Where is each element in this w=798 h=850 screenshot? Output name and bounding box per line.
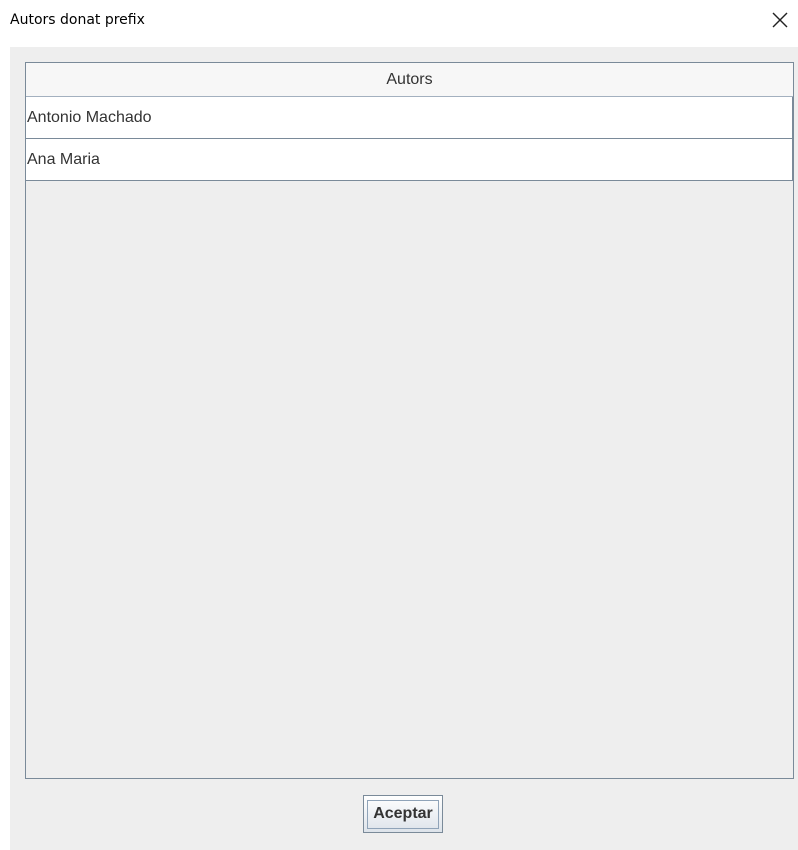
authors-table[interactable]: Autors Antonio Machado Ana Maria (25, 62, 794, 779)
table-body: Antonio Machado Ana Maria (26, 97, 793, 181)
close-icon (772, 12, 788, 28)
table-row[interactable]: Antonio Machado (26, 97, 793, 139)
title-bar: Autors donat prefix (0, 0, 798, 42)
table-row[interactable]: Ana Maria (26, 139, 793, 181)
close-button[interactable] (762, 4, 798, 36)
accept-button-label: Aceptar (367, 799, 439, 829)
dialog-window: Autors donat prefix Autors Antonio Macha… (0, 0, 798, 850)
column-header-autors[interactable]: Autors (26, 63, 793, 97)
accept-button[interactable]: Aceptar (363, 795, 443, 833)
window-title: Autors donat prefix (10, 12, 145, 28)
dialog-footer: Aceptar (10, 795, 798, 835)
dialog-content: Autors Antonio Machado Ana Maria Aceptar (10, 47, 798, 850)
